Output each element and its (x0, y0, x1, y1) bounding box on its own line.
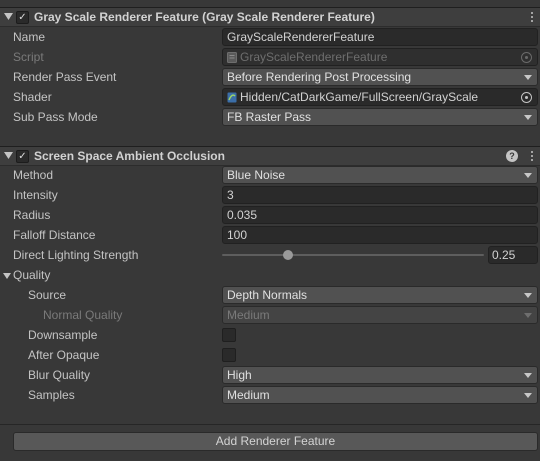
object-picker-icon[interactable] (521, 92, 532, 103)
feature-title: Gray Scale Renderer Feature (Gray Scale … (34, 10, 375, 24)
dropdown-arrow-icon (524, 75, 532, 80)
falloff-distance-label: Falloff Distance (13, 228, 96, 242)
render-pass-event-label: Render Pass Event (13, 70, 117, 84)
shader-icon (227, 92, 237, 103)
samples-dropdown[interactable]: Medium (222, 386, 538, 404)
downsample-checkbox[interactable] (222, 328, 236, 342)
kebab-menu-icon[interactable] (530, 12, 534, 24)
shader-label: Shader (13, 90, 52, 104)
blur-quality-dropdown[interactable]: High (222, 366, 538, 384)
blur-quality-label: Blur Quality (28, 368, 91, 382)
shader-value: Hidden/CatDarkGame/FullScreen/GrayScale (240, 90, 479, 104)
slider-thumb[interactable] (282, 250, 293, 260)
sub-pass-mode-value: FB Raster Pass (227, 110, 312, 124)
method-dropdown[interactable]: Blue Noise (222, 166, 538, 184)
intensity-label: Intensity (13, 188, 58, 202)
script-label: Script (13, 50, 44, 64)
after-opaque-checkbox[interactable] (222, 348, 236, 362)
direct-lighting-value-field[interactable]: 0.25 (488, 246, 538, 264)
script-file-icon (227, 52, 237, 63)
object-picker-icon (521, 52, 532, 63)
render-pass-event-dropdown[interactable]: Before Rendering Post Processing (222, 68, 538, 86)
falloff-distance-field[interactable]: 100 (222, 226, 538, 244)
divider (0, 424, 540, 425)
feature-title: Screen Space Ambient Occlusion (34, 149, 225, 163)
direct-lighting-slider[interactable] (222, 250, 484, 260)
feature-header-gray-scale[interactable]: ✓ Gray Scale Renderer Feature (Gray Scal… (0, 7, 540, 27)
radius-label: Radius (13, 208, 51, 222)
sub-pass-mode-dropdown[interactable]: FB Raster Pass (222, 108, 538, 126)
method-label: Method (13, 168, 54, 182)
radius-field[interactable]: 0.035 (222, 206, 538, 224)
shader-field[interactable]: Hidden/CatDarkGame/FullScreen/GrayScale (222, 88, 538, 106)
quality-label[interactable]: Quality (13, 268, 50, 282)
foldout-expanded-icon[interactable] (4, 151, 13, 160)
normal-quality-dropdown: Medium (222, 306, 538, 324)
feature-enabled-checkbox[interactable]: ✓ (16, 11, 29, 24)
normal-quality-value: Medium (227, 308, 270, 322)
foldout-expanded-icon[interactable] (4, 12, 13, 21)
intensity-field[interactable]: 3 (222, 186, 538, 204)
quality-foldout-icon[interactable] (3, 272, 11, 280)
render-pass-event-value: Before Rendering Post Processing (227, 70, 412, 84)
source-label: Source (28, 288, 67, 302)
dropdown-arrow-icon (524, 173, 532, 178)
feature-header-ssao[interactable]: ✓ Screen Space Ambient Occlusion ? (0, 146, 540, 166)
after-opaque-label: After Opaque (28, 348, 100, 362)
script-value: GrayScaleRendererFeature (240, 50, 388, 64)
dropdown-arrow-icon (524, 293, 532, 298)
method-value: Blue Noise (227, 168, 286, 182)
name-field[interactable]: GrayScaleRendererFeature (222, 28, 538, 46)
source-value: Depth Normals (227, 288, 308, 302)
kebab-menu-icon[interactable] (530, 151, 534, 163)
dropdown-arrow-icon (524, 393, 532, 398)
samples-value: Medium (227, 388, 270, 402)
direct-lighting-strength-label: Direct Lighting Strength (13, 248, 139, 262)
downsample-label: Downsample (28, 328, 98, 342)
feature-enabled-checkbox[interactable]: ✓ (16, 150, 29, 163)
dropdown-arrow-icon (524, 313, 532, 318)
source-dropdown[interactable]: Depth Normals (222, 286, 538, 304)
add-renderer-feature-button[interactable]: Add Renderer Feature (13, 432, 538, 451)
samples-label: Samples (28, 388, 75, 402)
normal-quality-label: Normal Quality (43, 308, 123, 322)
blur-quality-value: High (227, 368, 252, 382)
script-field: GrayScaleRendererFeature (222, 48, 538, 66)
dropdown-arrow-icon (524, 115, 532, 120)
help-icon[interactable]: ? (506, 150, 518, 162)
dropdown-arrow-icon (524, 373, 532, 378)
name-label: Name (13, 30, 46, 44)
sub-pass-mode-label: Sub Pass Mode (13, 110, 98, 124)
